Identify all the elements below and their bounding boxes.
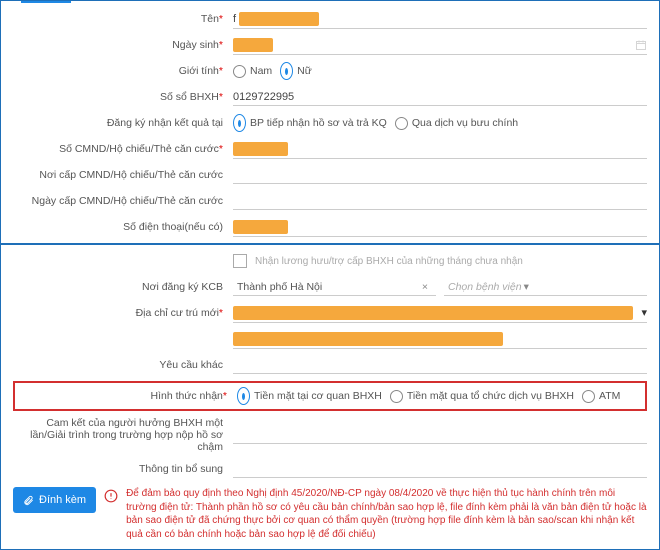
label-soso: Số sổ BHXH* (13, 91, 233, 103)
label-cmnd: Số CMND/Hộ chiếu/Thẻ căn cước* (13, 143, 233, 155)
city-select[interactable]: Thành phố Hà Nội× (233, 278, 436, 296)
ngaycap-input[interactable] (233, 192, 647, 210)
checkbox-luonghuu[interactable] (233, 254, 247, 268)
chevron-down-icon[interactable]: ▾ (641, 306, 647, 319)
radio-buu[interactable]: Qua dịch vụ bưu chính (395, 117, 518, 130)
active-tab-indicator (21, 1, 71, 3)
warning-text: Để đảm bảo quy định theo Nghị định 45/20… (126, 487, 647, 541)
section-divider (1, 243, 659, 245)
label-thongtin: Thông tin bổ sung (13, 463, 233, 475)
sodt-input[interactable] (233, 218, 647, 237)
masked-value (233, 306, 633, 320)
thongtin-input[interactable] (233, 460, 647, 478)
ten-input[interactable]: f (233, 10, 647, 29)
noicap-input[interactable] (233, 166, 647, 184)
hospital-select[interactable]: Chọn bệnh viện▾ (444, 278, 647, 296)
yeucau-input[interactable] (233, 356, 647, 374)
ngaysinh-input[interactable] (233, 36, 647, 55)
radio-nu[interactable]: Nữ (280, 62, 312, 80)
label-diachi: Địa chỉ cư trú mới* (13, 307, 233, 319)
paperclip-icon (23, 495, 34, 506)
masked-value (233, 142, 288, 156)
label-noicap: Nơi cấp CMND/Hộ chiếu/Thẻ căn cước (13, 169, 233, 181)
soso-input[interactable]: 0129722995 (233, 88, 647, 106)
masked-value (239, 12, 319, 26)
label-dangky: Đăng ký nhận kết quả tại (13, 117, 233, 129)
warning-icon (104, 489, 118, 503)
label-ten: Tên* (13, 13, 233, 25)
label-noidk: Nơi đăng ký KCB (13, 281, 233, 293)
radio-cq[interactable]: Tiền mặt tại cơ quan BHXH (237, 387, 382, 405)
camket-input[interactable] (233, 426, 647, 444)
label-yeucau: Yêu cầu khác (13, 359, 233, 371)
clear-icon[interactable]: × (418, 281, 432, 293)
attach-button[interactable]: Đính kèm (13, 487, 96, 513)
diachi-input[interactable]: ▾ (233, 304, 647, 323)
label-hinhthuc: Hình thức nhận* (17, 390, 237, 402)
checkbox-label: Nhận lương hưu/trợ cấp BHXH của những th… (255, 256, 523, 267)
label-gioitinh: Giới tính* (13, 65, 233, 77)
diachi-input-2[interactable] (233, 330, 647, 349)
chevron-down-icon: ▾ (522, 281, 531, 293)
calendar-icon[interactable] (635, 39, 647, 51)
radio-nam[interactable]: Nam (233, 65, 272, 78)
label-camket: Cam kết của người hưởng BHXH một lần/Giả… (13, 417, 233, 453)
masked-value (233, 38, 273, 52)
label-ngaysinh: Ngày sinh* (13, 39, 233, 51)
masked-value (233, 332, 503, 346)
radio-tc[interactable]: Tiền mặt qua tổ chức dịch vụ BHXH (390, 390, 574, 403)
label-sodt: Số điện thoại(nếu có) (13, 221, 233, 233)
radio-bp[interactable]: BP tiếp nhận hồ sơ và trả KQ (233, 114, 387, 132)
radio-atm[interactable]: ATM (582, 390, 620, 403)
label-ngaycap: Ngày cấp CMND/Hộ chiếu/Thẻ căn cước (13, 195, 233, 207)
masked-value (233, 220, 288, 234)
cmnd-input[interactable] (233, 140, 647, 159)
